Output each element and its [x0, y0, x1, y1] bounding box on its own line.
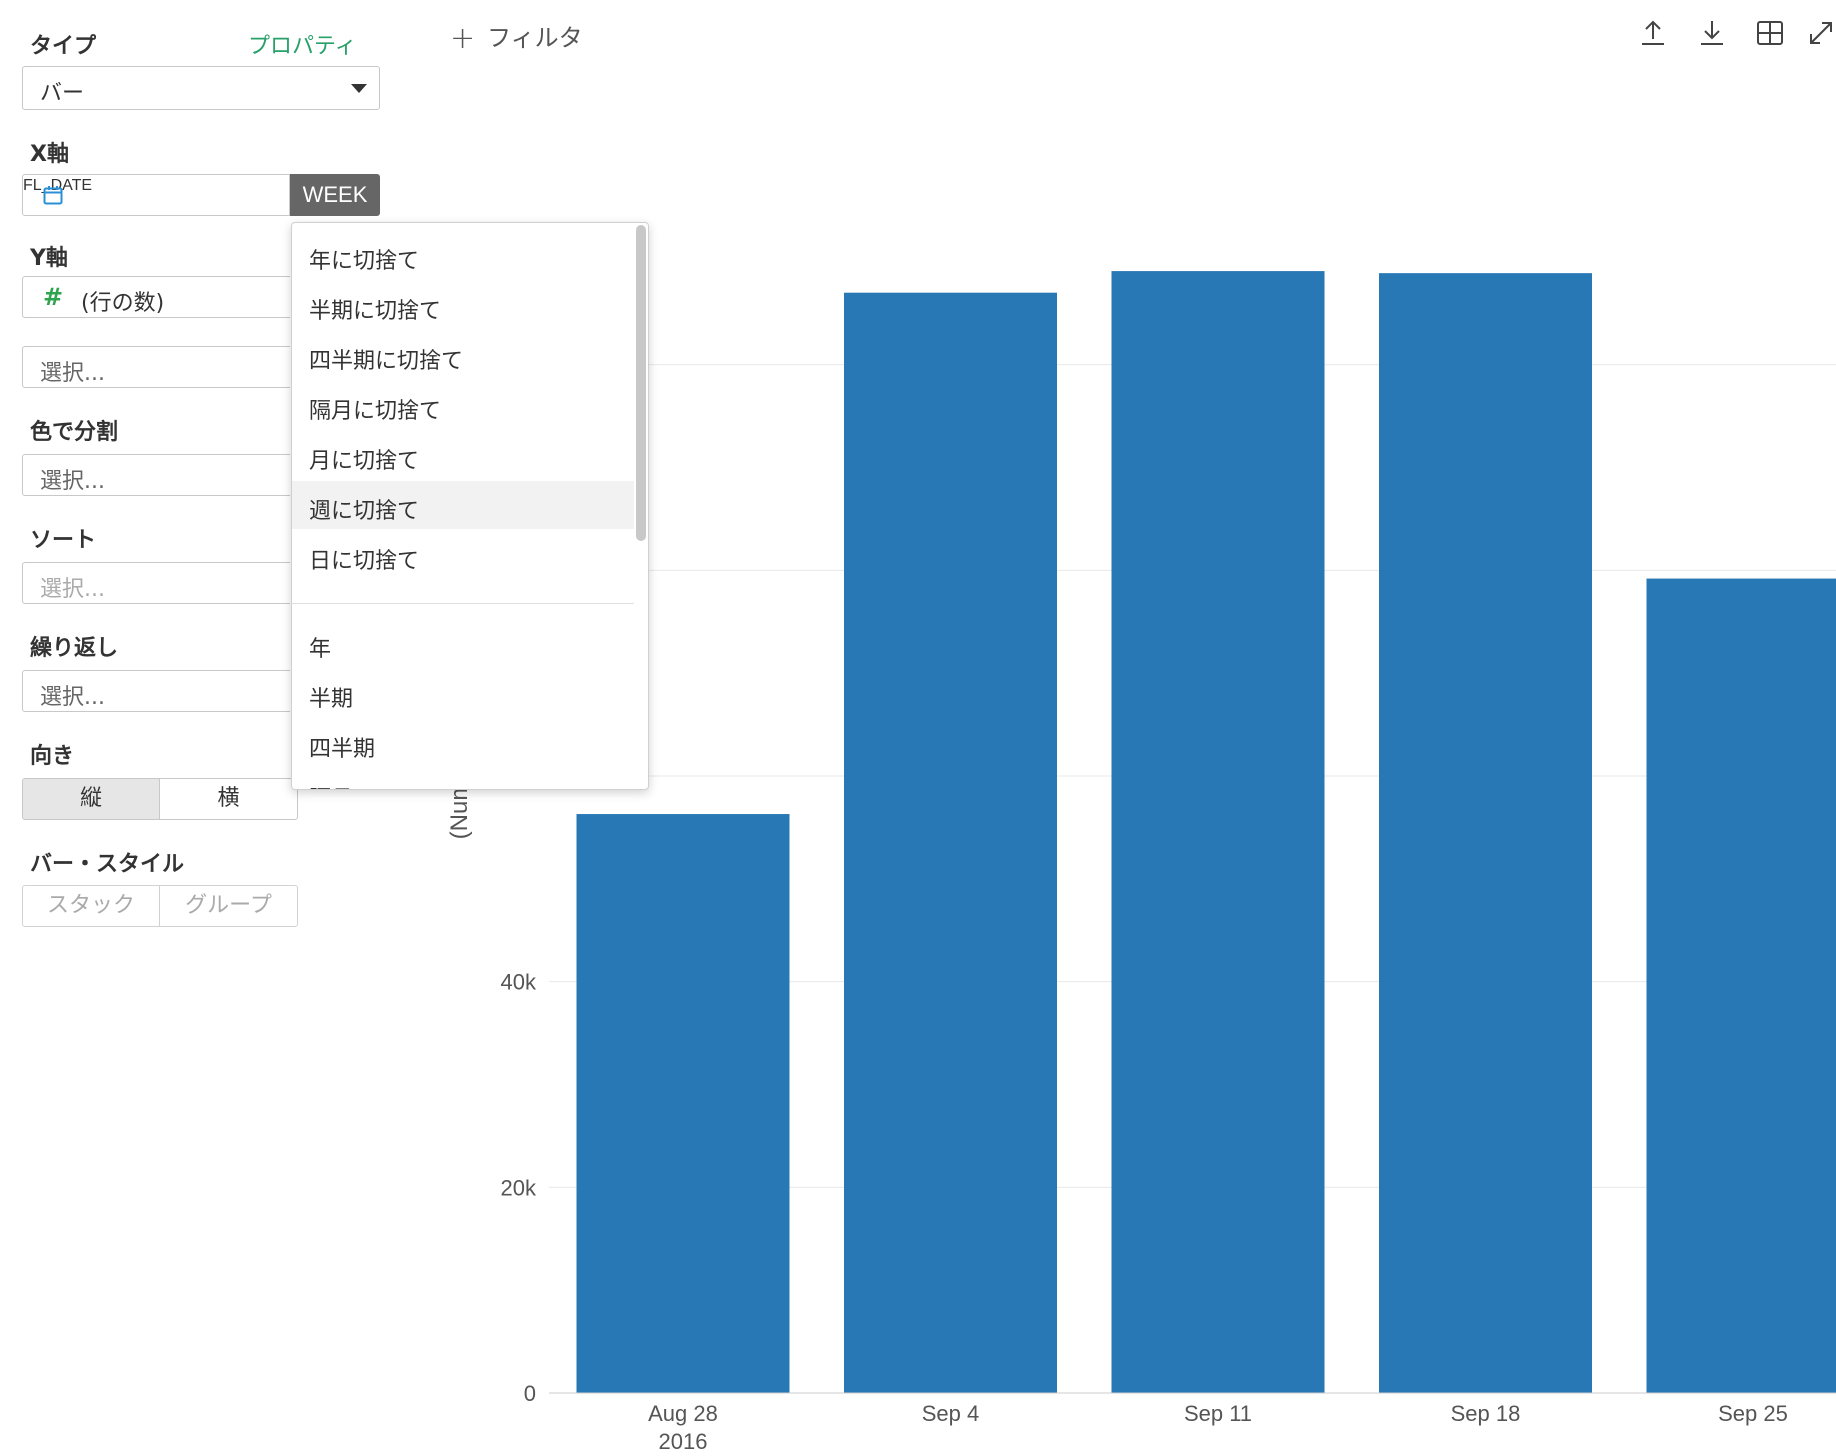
dropdown-item-selected[interactable]: 週に切捨て: [292, 481, 634, 529]
dropdown-item[interactable]: 隔月に切捨て: [292, 381, 634, 429]
x-tick-label: Sep 4: [922, 1401, 980, 1426]
dropdown-item[interactable]: 四半期に切捨て: [292, 331, 634, 379]
calendar-icon: [43, 186, 63, 205]
y-tick-label: 20k: [501, 1175, 537, 1200]
y-axis-extra-select[interactable]: 選択...: [22, 346, 290, 388]
x-tick-label: Sep 18: [1451, 1401, 1521, 1426]
sort-placeholder: 選択...: [40, 577, 105, 602]
dropdown-item[interactable]: 月に切捨て: [292, 431, 634, 479]
color-label: 色で分割: [30, 420, 119, 445]
dropdown-item[interactable]: 四半期: [292, 719, 634, 767]
dropdown-item-label: 隔月に切捨て: [309, 399, 442, 424]
color-select[interactable]: 選択...: [22, 454, 290, 496]
chart-type-value: バー: [40, 81, 85, 106]
dropdown-item[interactable]: 半期に切捨て: [292, 281, 634, 329]
dropdown-item-label: 四半期に切捨て: [309, 349, 464, 374]
y-axis-extra-placeholder: 選択...: [40, 361, 105, 386]
dropdown-item-label: 半期: [309, 687, 354, 712]
sort-label: ソート: [30, 528, 97, 553]
y-axis-field[interactable]: # (行の数): [22, 276, 290, 318]
bar: [1379, 273, 1592, 1393]
orientation-label: 向き: [30, 744, 75, 769]
y-axis-field-name: (行の数): [81, 291, 165, 316]
dropdown-item-label: 週に切捨て: [309, 499, 420, 524]
plus-icon: +: [450, 21, 476, 56]
x-axis-field[interactable]: FL_DATE: [22, 174, 290, 216]
repeat-placeholder: 選択...: [40, 685, 105, 710]
chart-type-select[interactable]: バー: [22, 66, 380, 110]
y-tick-label: 40k: [501, 970, 537, 995]
y-tick-label: 0: [524, 1381, 536, 1406]
x-tick-label: Sep 11: [1184, 1401, 1252, 1426]
type-label: タイプ: [30, 34, 97, 59]
download-icon[interactable]: [1697, 18, 1727, 48]
dropdown-item[interactable]: 年に切捨て: [292, 231, 634, 279]
dropdown-scrollbar[interactable]: [636, 225, 646, 541]
dropdown-item-label: 月に切捨て: [309, 449, 420, 474]
bar-chart: 0 20k 40k Aug 28 2016 Sep 4 Sep 11 Sep 18 Sep 25…: [446, 271, 1836, 1454]
dropdown-item-label: 四半期: [309, 737, 376, 762]
dropdown-item[interactable]: 年: [292, 619, 634, 667]
dropdown-item-label: 隔月: [309, 781, 353, 789]
dropdown-item[interactable]: 半期: [292, 669, 634, 717]
bar: [576, 814, 790, 1393]
dropdown-item-label: 年に切捨て: [309, 249, 420, 274]
hash-icon: #: [43, 283, 64, 311]
sort-select[interactable]: 選択...: [22, 562, 290, 604]
upload-icon[interactable]: [1638, 18, 1668, 48]
bar: [1646, 578, 1836, 1393]
bar-style-stack-button[interactable]: スタック: [22, 885, 160, 927]
chevron-down-icon: [351, 84, 367, 93]
x-tick-label: Aug 28: [648, 1401, 718, 1426]
x-axis-label: X軸: [30, 142, 69, 167]
properties-link[interactable]: プロパティ: [248, 28, 357, 60]
add-filter-label: フィルタ: [487, 24, 583, 52]
color-placeholder: 選択...: [40, 469, 105, 494]
table-icon[interactable]: [1755, 18, 1785, 48]
y-axis-label: Y軸: [30, 246, 68, 271]
dropdown-divider: [292, 603, 634, 604]
x-axis-unit-button[interactable]: WEEK: [290, 174, 380, 216]
x-tick-label: Sep 25: [1718, 1401, 1788, 1426]
bar: [1111, 271, 1325, 1393]
dropdown-item-label: 日に切捨て: [309, 549, 420, 574]
repeat-label: 繰り返し: [30, 636, 119, 661]
orientation-vertical-button[interactable]: 縦: [22, 778, 160, 820]
dropdown-item-label: 半期に切捨て: [309, 299, 442, 324]
x-tick-sublabel: 2016: [659, 1429, 708, 1454]
repeat-select[interactable]: 選択...: [22, 670, 290, 712]
dropdown-item[interactable]: 日に切捨て: [292, 531, 634, 579]
expand-icon[interactable]: [1806, 18, 1836, 48]
date-unit-dropdown: 年に切捨て 半期に切捨て 四半期に切捨て 隔月に切捨て 月に切捨て 週に切捨て …: [291, 222, 649, 790]
bar: [844, 292, 1057, 1393]
orientation-horizontal-button[interactable]: 横: [160, 778, 298, 820]
add-filter-button[interactable]: + フィルタ: [450, 18, 583, 56]
bar-style-group-button[interactable]: グループ: [160, 885, 298, 927]
bar-style-label: バー・スタイル: [30, 852, 185, 877]
dropdown-item-label: 年: [309, 637, 332, 662]
dropdown-item[interactable]: 隔月: [292, 769, 634, 789]
